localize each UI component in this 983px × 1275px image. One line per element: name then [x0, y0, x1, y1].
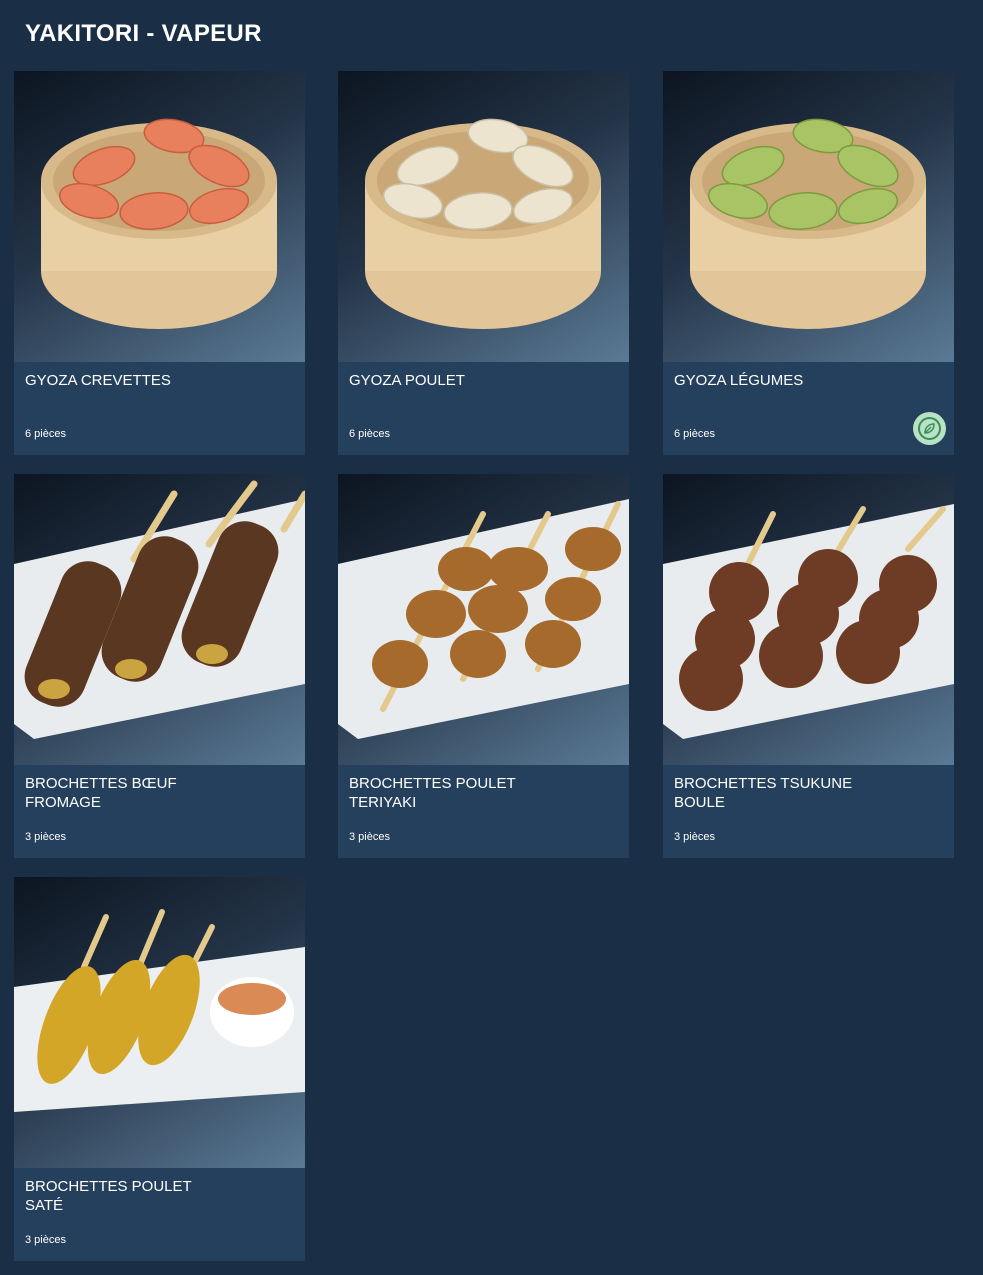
- menu-item-gyoza-crevettes[interactable]: GYOZA CREVETTES 6 pièces: [14, 71, 305, 455]
- vegetarian-leaf-icon: [913, 412, 946, 445]
- menu-item-brochettes-poulet-sate[interactable]: BROCHETTES POULET SATÉ 3 pièces: [14, 877, 305, 1261]
- menu-page: YAKITORI - VAPEUR GYOZA CREVETTES 6 pièc…: [0, 0, 983, 1275]
- menu-item-brochettes-poulet-teriyaki[interactable]: BROCHETTES POULET TERIYAKI 3 pièces: [338, 474, 629, 858]
- card-caption: GYOZA CREVETTES 6 pièces: [14, 362, 305, 455]
- section-title: YAKITORI - VAPEUR: [25, 20, 262, 47]
- menu-item-brochettes-tsukune-boule[interactable]: BROCHETTES TSUKUNE BOULE 3 pièces: [663, 474, 954, 858]
- card-caption: BROCHETTES POULET TERIYAKI 3 pièces: [338, 765, 629, 858]
- item-quantity: 3 pièces: [674, 831, 715, 843]
- card-caption: BROCHETTES TSUKUNE BOULE 3 pièces: [663, 765, 954, 858]
- card-caption: GYOZA POULET 6 pièces: [338, 362, 629, 455]
- menu-item-brochettes-boeuf-fromage[interactable]: BROCHETTES BŒUF FROMAGE 3 pièces: [14, 474, 305, 858]
- menu-item-gyoza-poulet[interactable]: GYOZA POULET 6 pièces: [338, 71, 629, 455]
- item-name: BROCHETTES POULET TERIYAKI: [349, 775, 516, 811]
- item-quantity: 6 pièces: [349, 428, 390, 440]
- gyoza-crevettes-photo: [14, 71, 305, 362]
- item-quantity: 3 pièces: [349, 831, 390, 843]
- card-caption: GYOZA LÉGUMES 6 pièces: [663, 362, 954, 455]
- item-name: GYOZA CREVETTES: [25, 372, 171, 389]
- gyoza-poulet-photo: [338, 71, 629, 362]
- item-name: BROCHETTES TSUKUNE BOULE: [674, 775, 853, 811]
- gyoza-legumes-photo: [663, 71, 954, 362]
- item-quantity: 6 pièces: [25, 428, 66, 440]
- brochettes-poulet-sate-photo: [14, 877, 305, 1168]
- card-caption: BROCHETTES POULET SATÉ 3 pièces: [14, 1168, 305, 1261]
- item-name: GYOZA POULET: [349, 372, 465, 389]
- item-name: BROCHETTES POULET SATÉ: [25, 1178, 192, 1214]
- card-caption: BROCHETTES BŒUF FROMAGE 3 pièces: [14, 765, 305, 858]
- menu-item-gyoza-legumes[interactable]: GYOZA LÉGUMES 6 pièces: [663, 71, 954, 455]
- item-quantity: 3 pièces: [25, 831, 66, 843]
- brochettes-tsukune-boule-photo: [663, 474, 954, 765]
- item-quantity: 6 pièces: [674, 428, 715, 440]
- brochettes-poulet-teriyaki-photo: [338, 474, 629, 765]
- item-name: BROCHETTES BŒUF FROMAGE: [25, 775, 177, 811]
- item-quantity: 3 pièces: [25, 1234, 66, 1246]
- item-name: GYOZA LÉGUMES: [674, 372, 804, 389]
- brochettes-boeuf-fromage-photo: [14, 474, 305, 765]
